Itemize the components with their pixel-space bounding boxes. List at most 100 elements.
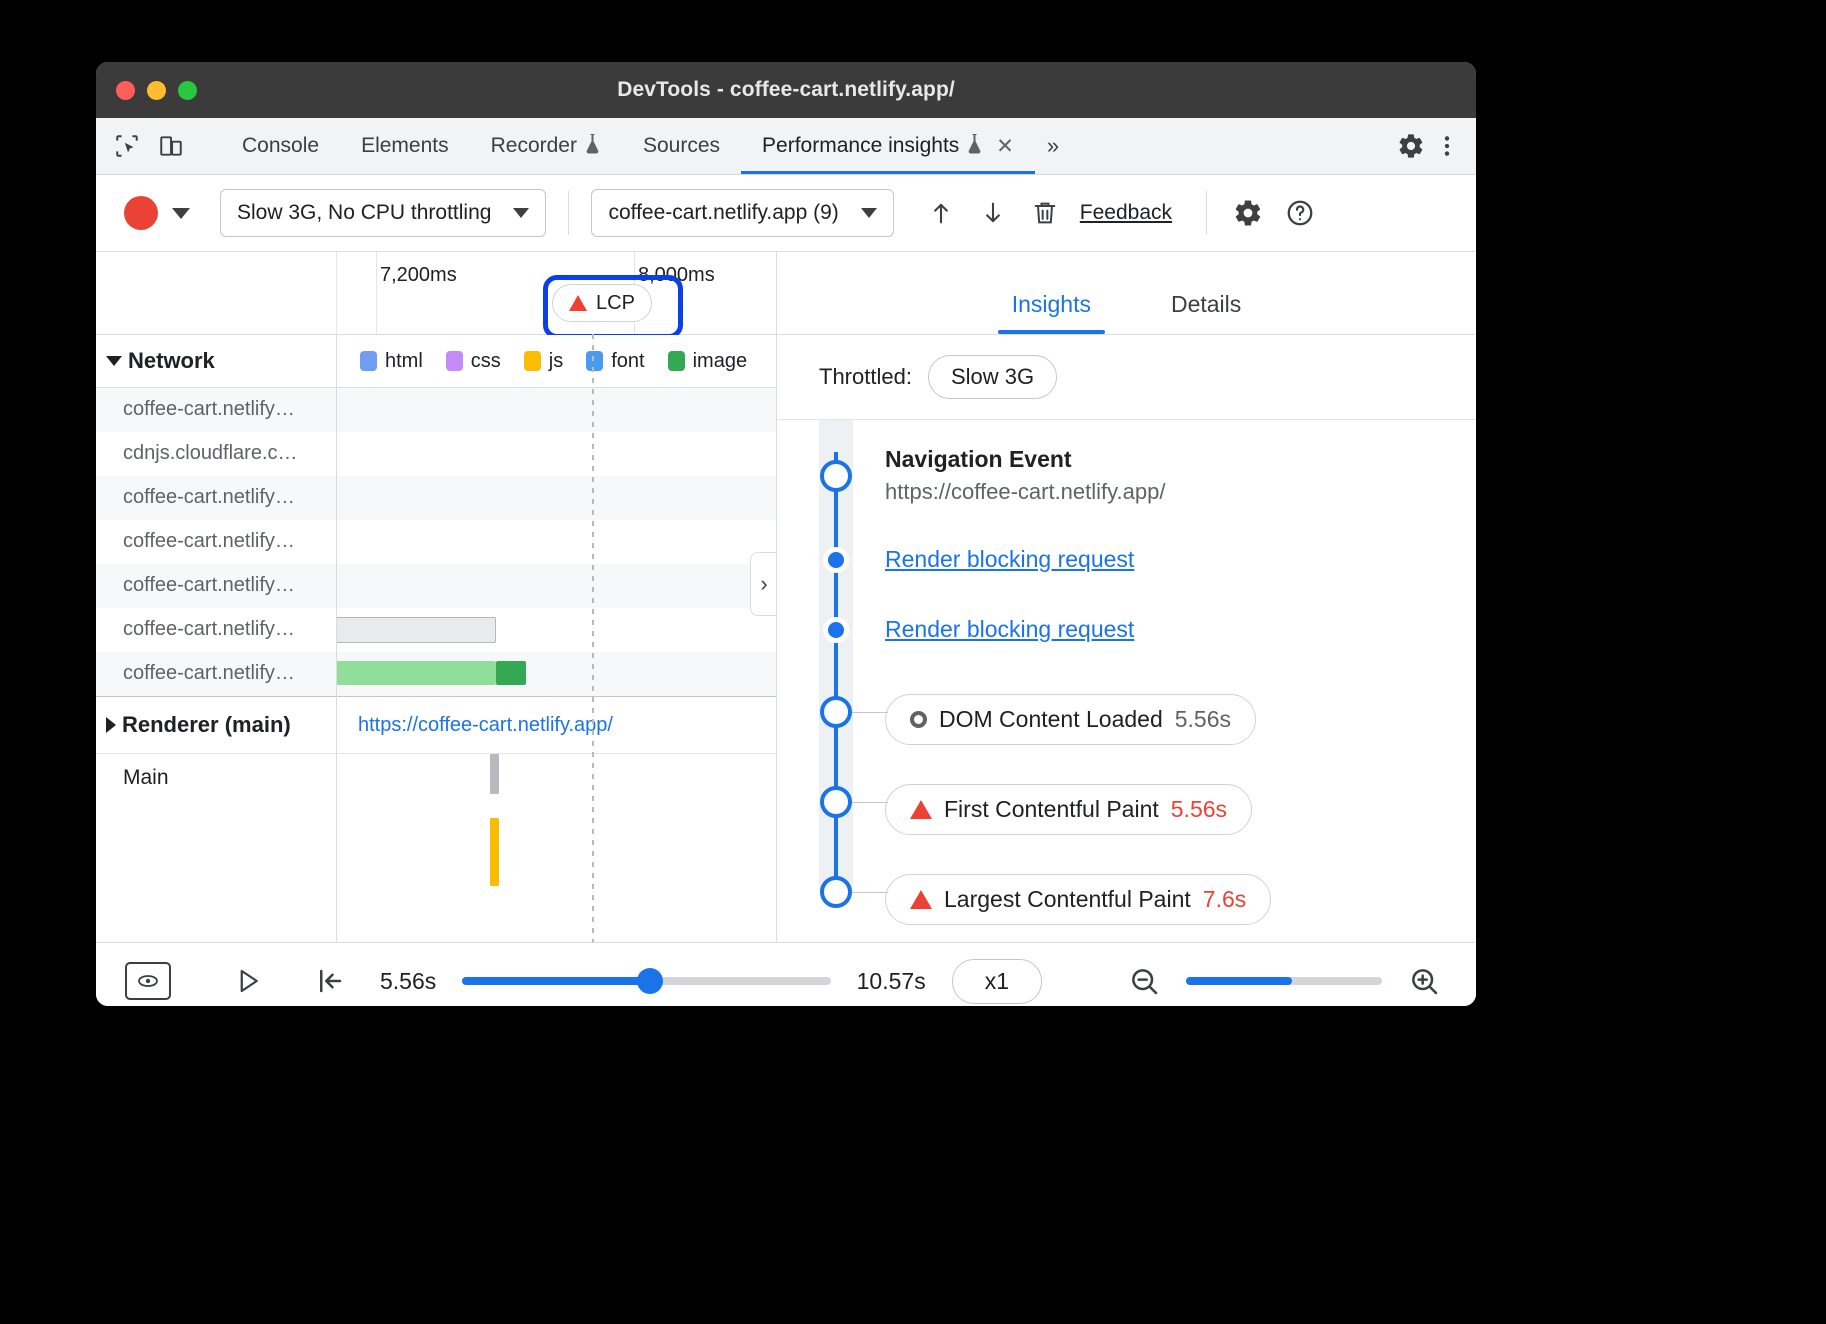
network-rows: coffee-cart.netlify… cdnjs.cloudflare.c…… bbox=[96, 388, 776, 696]
tab-insights[interactable]: Insights bbox=[972, 291, 1131, 334]
filmstrip-icon[interactable] bbox=[124, 959, 172, 1003]
record-button[interactable] bbox=[124, 196, 158, 230]
network-row-label: coffee-cart.netlify… bbox=[96, 662, 336, 685]
more-tabs-chevron-icon[interactable]: » bbox=[1035, 118, 1071, 174]
tab-recorder[interactable]: Recorder bbox=[470, 118, 622, 174]
trash-icon[interactable] bbox=[1026, 194, 1064, 232]
renderer-track-header[interactable]: Renderer (main) https://coffee-cart.netl… bbox=[96, 696, 776, 754]
main-thread-script-bar[interactable] bbox=[490, 818, 499, 886]
tab-sources[interactable]: Sources bbox=[622, 118, 741, 174]
legend-swatch-js bbox=[524, 351, 541, 371]
red-triangle-icon bbox=[569, 295, 587, 311]
timeline-ruler[interactable]: 7,200ms 8,000ms LCP bbox=[96, 252, 776, 335]
zoom-in-icon[interactable] bbox=[1400, 959, 1448, 1003]
lcp-marker-pill[interactable]: LCP bbox=[552, 284, 652, 322]
tab-insights-label: Insights bbox=[1012, 291, 1091, 317]
network-row-label: coffee-cart.netlify… bbox=[96, 618, 336, 641]
timeline-footer-controls: 5.56s 10.57s x1 bbox=[96, 942, 1476, 1006]
network-row-lane bbox=[336, 652, 776, 695]
playback-speed-button[interactable]: x1 bbox=[952, 959, 1042, 1004]
throttled-value-pill[interactable]: Slow 3G bbox=[928, 355, 1057, 399]
experiment-flask-icon bbox=[966, 133, 983, 160]
render-blocking-request-link[interactable]: Render blocking request bbox=[885, 616, 1134, 643]
network-row-label: coffee-cart.netlify… bbox=[96, 486, 336, 509]
record-options-caret-icon[interactable] bbox=[172, 208, 190, 219]
timeline-node-icon bbox=[820, 786, 852, 818]
metric-pill-first-contentful-paint[interactable]: First Contentful Paint 5.56s bbox=[885, 784, 1252, 835]
lcp-guideline bbox=[592, 334, 594, 942]
play-icon[interactable] bbox=[224, 959, 272, 1003]
chevron-right-icon[interactable] bbox=[106, 717, 116, 733]
network-row-label: coffee-cart.netlify… bbox=[96, 530, 336, 553]
timeline-event-render-blocking-2[interactable]: Render blocking request bbox=[777, 616, 1476, 694]
tab-details-label: Details bbox=[1171, 291, 1241, 317]
trace-select-value: coffee-cart.netlify.app (9) bbox=[608, 201, 838, 225]
tab-elements[interactable]: Elements bbox=[340, 118, 470, 174]
renderer-url-label[interactable]: https://coffee-cart.netlify.app/ bbox=[336, 714, 613, 737]
metric-label: Largest Contentful Paint bbox=[944, 886, 1191, 913]
gear-icon[interactable] bbox=[1396, 131, 1426, 161]
table-row[interactable]: coffee-cart.netlify… bbox=[96, 608, 776, 652]
upload-icon[interactable] bbox=[922, 194, 960, 232]
tab-performance-insights[interactable]: Performance insights ✕ bbox=[741, 118, 1035, 174]
tracks-name-divider bbox=[336, 334, 337, 942]
render-blocking-request-link[interactable]: Render blocking request bbox=[885, 546, 1134, 573]
download-icon[interactable] bbox=[974, 194, 1012, 232]
kebab-menu-icon[interactable] bbox=[1432, 131, 1462, 161]
network-request-bar[interactable] bbox=[336, 617, 496, 643]
table-row[interactable]: coffee-cart.netlify… bbox=[96, 520, 776, 564]
table-row[interactable]: coffee-cart.netlify… bbox=[96, 652, 776, 696]
expand-sidebar-handle[interactable]: › bbox=[750, 552, 777, 616]
chevron-down-icon bbox=[513, 208, 529, 218]
window-title: DevTools - coffee-cart.netlify.app/ bbox=[96, 78, 1476, 102]
time-range-slider-knob[interactable] bbox=[637, 968, 663, 994]
timeline-event-render-blocking-1[interactable]: Render blocking request bbox=[777, 546, 1476, 616]
table-row[interactable]: coffee-cart.netlify… bbox=[96, 564, 776, 608]
throttling-select[interactable]: Slow 3G, No CPU throttling bbox=[220, 189, 546, 237]
chevron-down-icon[interactable] bbox=[106, 356, 122, 366]
feedback-link[interactable]: Feedback bbox=[1080, 201, 1172, 225]
tab-details[interactable]: Details bbox=[1131, 291, 1281, 334]
time-range-slider[interactable] bbox=[462, 977, 830, 985]
legend-label-html: html bbox=[385, 350, 423, 373]
help-icon[interactable] bbox=[1281, 194, 1319, 232]
legend-label-image: image bbox=[693, 350, 747, 373]
device-toolbar-icon[interactable] bbox=[156, 131, 186, 161]
trace-select[interactable]: coffee-cart.netlify.app (9) bbox=[591, 189, 893, 237]
jump-to-start-icon[interactable] bbox=[306, 959, 354, 1003]
red-triangle-icon bbox=[910, 800, 932, 819]
legend-swatch-css bbox=[446, 351, 463, 371]
network-row-label: coffee-cart.netlify… bbox=[96, 398, 336, 421]
metric-pill-dom-content-loaded[interactable]: DOM Content Loaded 5.56s bbox=[885, 694, 1256, 745]
legend-chip-js: js bbox=[524, 350, 563, 373]
timeline-event-first-contentful-paint[interactable]: First Contentful Paint 5.56s bbox=[777, 784, 1476, 874]
main-thread-row[interactable]: Main bbox=[96, 754, 776, 894]
inspect-cursor-icon[interactable] bbox=[112, 131, 142, 161]
timeline-event-navigation[interactable]: Navigation Event https://coffee-cart.net… bbox=[777, 446, 1476, 546]
tab-console[interactable]: Console bbox=[221, 118, 340, 174]
network-request-bar[interactable] bbox=[336, 661, 496, 685]
panel-tabs: Console Elements Recorder Sources Perfor… bbox=[221, 118, 1071, 174]
zoom-level-slider[interactable] bbox=[1186, 977, 1382, 985]
network-row-lane bbox=[336, 432, 776, 475]
zoom-out-icon[interactable] bbox=[1120, 959, 1168, 1003]
legend-swatch-font bbox=[586, 351, 603, 371]
close-icon[interactable]: ✕ bbox=[996, 134, 1014, 159]
network-group-name[interactable]: Network bbox=[96, 348, 336, 374]
main-thread-label: Main bbox=[96, 754, 336, 894]
chevron-down-icon bbox=[861, 208, 877, 218]
network-track-header[interactable]: Network html css js bbox=[96, 335, 776, 388]
gear-icon[interactable] bbox=[1229, 194, 1267, 232]
table-row[interactable]: coffee-cart.netlify… bbox=[96, 388, 776, 432]
table-row[interactable]: cdnjs.cloudflare.c… bbox=[96, 432, 776, 476]
timeline-event-largest-contentful-paint[interactable]: Largest Contentful Paint 7.6s bbox=[777, 874, 1476, 942]
network-request-bar-download[interactable] bbox=[496, 661, 526, 685]
navigation-event-title: Navigation Event bbox=[885, 446, 1165, 473]
metric-pill-largest-contentful-paint[interactable]: Largest Contentful Paint 7.6s bbox=[885, 874, 1271, 925]
network-row-label: cdnjs.cloudflare.c… bbox=[96, 442, 336, 465]
timeline-event-dom-content-loaded[interactable]: DOM Content Loaded 5.56s bbox=[777, 694, 1476, 784]
renderer-group-name[interactable]: Renderer (main) bbox=[96, 712, 336, 738]
main-thread-task-bar[interactable] bbox=[490, 754, 499, 794]
metric-label: First Contentful Paint bbox=[944, 796, 1159, 823]
table-row[interactable]: coffee-cart.netlify… bbox=[96, 476, 776, 520]
